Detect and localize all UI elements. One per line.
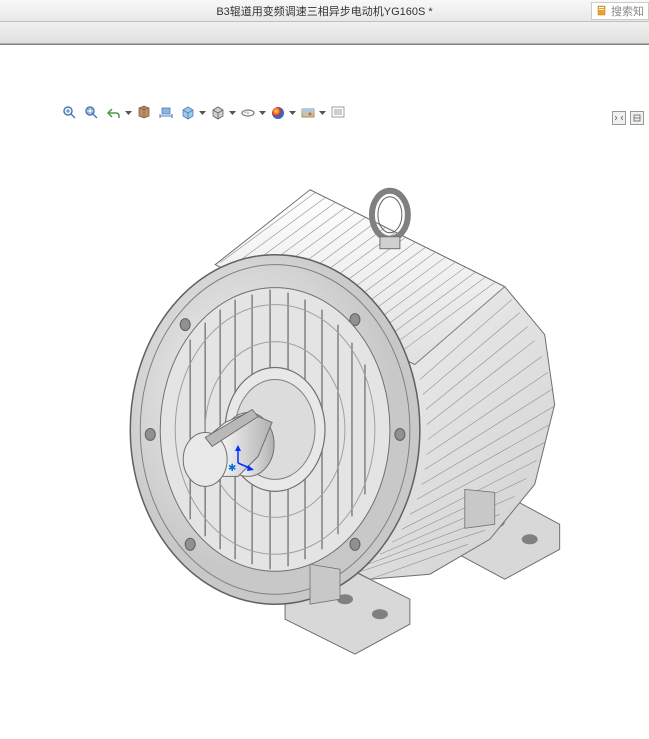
view-orientation-icon[interactable] bbox=[178, 103, 198, 123]
dropdown-arrow-icon[interactable] bbox=[199, 111, 206, 115]
viewport-3d[interactable]: ✱ bbox=[0, 44, 649, 739]
zoom-area-icon[interactable] bbox=[82, 103, 102, 123]
search-placeholder: 搜索知 bbox=[611, 3, 644, 19]
ribbon-area bbox=[0, 22, 649, 44]
view-settings-icon[interactable] bbox=[328, 103, 348, 123]
search-icon bbox=[596, 5, 608, 17]
zoom-fit-icon[interactable] bbox=[60, 103, 80, 123]
dropdown-arrow-icon[interactable] bbox=[229, 111, 236, 115]
dropdown-arrow-icon[interactable] bbox=[289, 111, 296, 115]
svg-text:✱: ✱ bbox=[228, 463, 236, 473]
edit-appearance-icon[interactable] bbox=[268, 103, 288, 123]
previous-view-icon[interactable] bbox=[104, 103, 124, 123]
dropdown-arrow-icon[interactable] bbox=[259, 111, 266, 115]
display-style-icon[interactable] bbox=[208, 103, 228, 123]
dropdown-arrow-icon[interactable] bbox=[125, 111, 132, 115]
document-title: B3辊道用变频调速三相异步电动机YG160S * bbox=[216, 3, 432, 19]
scene-icon[interactable] bbox=[298, 103, 318, 123]
section-view-icon[interactable] bbox=[134, 103, 154, 123]
dropdown-arrow-icon[interactable] bbox=[319, 111, 326, 115]
view-toolbar bbox=[60, 103, 348, 123]
motor-front-face bbox=[130, 255, 420, 604]
origin-triad[interactable]: ✱ bbox=[228, 443, 258, 476]
search-box[interactable]: 搜索知 bbox=[591, 2, 649, 20]
hide-show-icon[interactable] bbox=[238, 103, 258, 123]
model-3d-render[interactable] bbox=[0, 45, 649, 739]
dynamic-annotation-icon[interactable] bbox=[156, 103, 176, 123]
title-bar: B3辊道用变频调速三相异步电动机YG160S * 搜索知 bbox=[0, 0, 649, 22]
